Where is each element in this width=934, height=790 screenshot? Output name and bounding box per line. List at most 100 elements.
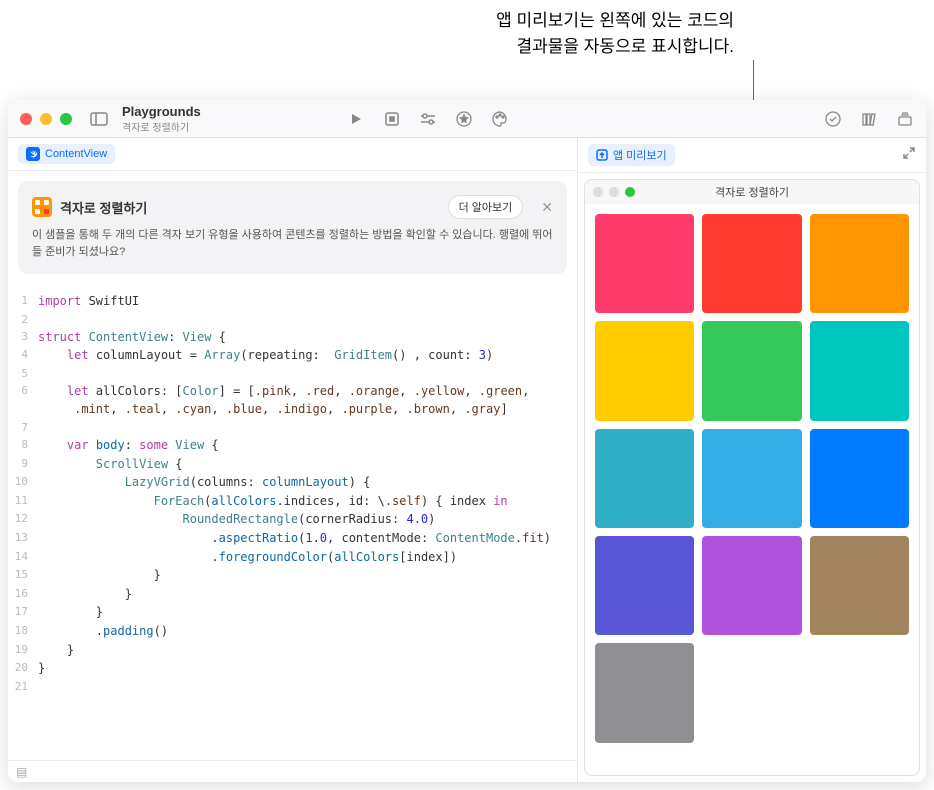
code-text[interactable]: .foregroundColor(allColors[index]): [38, 548, 457, 567]
minimize-button[interactable]: [40, 113, 52, 125]
color-swatch: [595, 214, 694, 313]
close-button[interactable]: [20, 113, 32, 125]
breadcrumb-file[interactable]: ContentView: [18, 144, 115, 164]
code-text[interactable]: LazyVGrid(columns: columnLayout) {: [38, 473, 370, 492]
color-swatch: [702, 214, 801, 313]
code-text[interactable]: var body: some View {: [38, 436, 219, 455]
line-number: 21: [8, 678, 38, 695]
color-swatch: [810, 429, 909, 528]
info-title: 격자로 정렬하기: [60, 198, 147, 217]
color-swatch: [810, 536, 909, 635]
code-text[interactable]: RoundedRectangle(cornerRadius: 4.0): [38, 510, 435, 529]
learn-more-button[interactable]: 더 알아보기: [448, 195, 524, 219]
star-icon[interactable]: [455, 110, 473, 128]
editor-pane: ContentView 격자로 정렬하기 더 알아보기 ✕ 이 샘플을 통해 두…: [8, 138, 578, 782]
preview-tab-label: 앱 미리보기: [613, 147, 667, 163]
palette-icon[interactable]: [491, 110, 509, 128]
code-line[interactable]: 15 }: [8, 566, 577, 585]
color-swatch: [595, 536, 694, 635]
color-swatch: [595, 643, 694, 742]
line-number: 1: [8, 292, 38, 311]
code-line[interactable]: 11 ForEach(allColors.indices, id: \.self…: [8, 492, 577, 511]
code-line[interactable]: 21: [8, 678, 577, 695]
preview-pane: 앱 미리보기 격자로 정렬하기: [578, 138, 926, 782]
code-text[interactable]: import SwiftUI: [38, 292, 139, 311]
main-split: ContentView 격자로 정렬하기 더 알아보기 ✕ 이 샘플을 통해 두…: [8, 138, 926, 782]
code-line[interactable]: .mint, .teal, .cyan, .blue, .indigo, .pu…: [8, 400, 577, 419]
code-line[interactable]: 6 let allColors: [Color] = [.pink, .red,…: [8, 382, 577, 401]
line-number: 15: [8, 566, 38, 585]
preview-min-dot[interactable]: [609, 187, 619, 197]
code-line[interactable]: 8 var body: some View {: [8, 436, 577, 455]
close-icon[interactable]: ✕: [541, 199, 553, 216]
color-swatch: [702, 321, 801, 420]
code-line[interactable]: 17 }: [8, 603, 577, 622]
line-number: 18: [8, 622, 38, 641]
code-text[interactable]: }: [38, 585, 132, 604]
code-line[interactable]: 5: [8, 365, 577, 382]
code-text[interactable]: .aspectRatio(1.0, contentMode: ContentMo…: [38, 529, 551, 548]
code-line[interactable]: 19 }: [8, 641, 577, 660]
stack-icon[interactable]: [896, 110, 914, 128]
line-number: 10: [8, 473, 38, 492]
sidebar-toggle-icon[interactable]: [90, 110, 108, 128]
code-line[interactable]: 12 RoundedRectangle(cornerRadius: 4.0): [8, 510, 577, 529]
code-line[interactable]: 3struct ContentView: View {: [8, 328, 577, 347]
preview-close-dot[interactable]: [593, 187, 603, 197]
code-text[interactable]: .mint, .teal, .cyan, .blue, .indigo, .pu…: [38, 400, 508, 419]
expand-icon[interactable]: [902, 146, 916, 165]
line-number: 12: [8, 510, 38, 529]
app-preview-icon: [596, 149, 608, 161]
line-number: 7: [8, 419, 38, 436]
preview-tab[interactable]: 앱 미리보기: [588, 144, 675, 166]
line-number: [8, 400, 38, 419]
code-text[interactable]: }: [38, 566, 161, 585]
code-line[interactable]: 14 .foregroundColor(allColors[index]): [8, 548, 577, 567]
sliders-icon[interactable]: [419, 110, 437, 128]
color-swatch: [595, 321, 694, 420]
code-text[interactable]: }: [38, 603, 103, 622]
code-line[interactable]: 4 let columnLayout = Array(repeating: Gr…: [8, 346, 577, 365]
code-text[interactable]: .padding(): [38, 622, 168, 641]
code-text[interactable]: }: [38, 659, 45, 678]
code-text[interactable]: ForEach(allColors.indices, id: \.self) {…: [38, 492, 508, 511]
code-line[interactable]: 7: [8, 419, 577, 436]
line-number: 11: [8, 492, 38, 511]
line-number: 3: [8, 328, 38, 347]
code-line[interactable]: 9 ScrollView {: [8, 455, 577, 474]
code-text[interactable]: let columnLayout = Array(repeating: Grid…: [38, 346, 493, 365]
code-line[interactable]: 1import SwiftUI: [8, 292, 577, 311]
info-body: 이 샘플을 통해 두 개의 다른 격자 보기 유형을 사용하여 콘텐츠를 정렬하…: [32, 227, 553, 260]
code-line[interactable]: 16 }: [8, 585, 577, 604]
maximize-button[interactable]: [60, 113, 72, 125]
traffic-lights: [20, 113, 72, 125]
info-header: 격자로 정렬하기 더 알아보기 ✕: [32, 195, 553, 219]
title-block: Playgrounds 격자로 정렬하기: [122, 104, 201, 134]
preview-header: 앱 미리보기: [578, 138, 926, 173]
code-text[interactable]: }: [38, 641, 74, 660]
line-number: 13: [8, 529, 38, 548]
app-window: Playgrounds 격자로 정렬하기 ContentView: [8, 100, 926, 782]
line-number: 5: [8, 365, 38, 382]
preview-traffic: [593, 187, 635, 197]
line-number: 14: [8, 548, 38, 567]
code-line[interactable]: 13 .aspectRatio(1.0, contentMode: Conten…: [8, 529, 577, 548]
doc-icon[interactable]: ▤: [16, 765, 27, 779]
code-line[interactable]: 10 LazyVGrid(columns: columnLayout) {: [8, 473, 577, 492]
preview-max-dot[interactable]: [625, 187, 635, 197]
play-icon[interactable]: [347, 110, 365, 128]
stop-icon[interactable]: [383, 110, 401, 128]
checkmark-icon[interactable]: [824, 110, 842, 128]
code-line[interactable]: 2: [8, 311, 577, 328]
code-text[interactable]: struct ContentView: View {: [38, 328, 226, 347]
grid-lesson-icon: [32, 197, 52, 217]
code-line[interactable]: 18 .padding(): [8, 622, 577, 641]
code-text[interactable]: let allColors: [Color] = [.pink, .red, .…: [38, 382, 529, 401]
code-line[interactable]: 20}: [8, 659, 577, 678]
line-number: 17: [8, 603, 38, 622]
code-text[interactable]: ScrollView {: [38, 455, 183, 474]
annotation-callout: 앱 미리보기는 왼쪽에 있는 코드의 결과물을 자동으로 표시합니다.: [496, 8, 734, 59]
line-number: 16: [8, 585, 38, 604]
library-icon[interactable]: [860, 110, 878, 128]
code-editor[interactable]: 1import SwiftUI23struct ContentView: Vie…: [8, 284, 577, 760]
